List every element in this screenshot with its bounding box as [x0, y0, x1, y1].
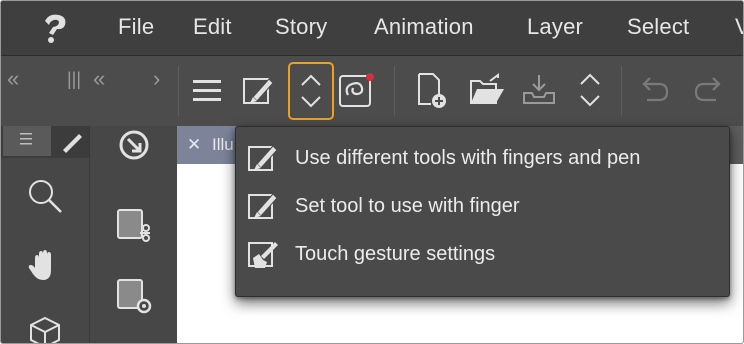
undo-icon[interactable]	[634, 70, 674, 110]
panel-grip-icon[interactable]: |||	[67, 69, 81, 90]
dropdown-item-fingers-and-pen[interactable]: Use different tools with fingers and pen	[236, 135, 731, 181]
menu-select[interactable]: Select	[627, 14, 689, 40]
open-folder-icon[interactable]	[467, 70, 507, 110]
collapse-left-icon[interactable]: «	[7, 66, 19, 92]
hamburger-menu-icon[interactable]	[187, 70, 227, 110]
menu-file[interactable]: File	[118, 14, 154, 40]
dropdown-item-label: Touch gesture settings	[295, 242, 496, 265]
redo-icon[interactable]	[689, 70, 729, 110]
save-icon[interactable]	[519, 70, 559, 110]
app-logo-icon[interactable]	[37, 11, 73, 47]
tool-panel-tab[interactable]	[3, 126, 51, 156]
menu-layer[interactable]: Layer	[527, 14, 583, 40]
tool-panel-tabbar	[1, 126, 89, 158]
sub-tool-settings-icon[interactable]	[112, 274, 156, 318]
layer-property-icon[interactable]	[112, 204, 156, 248]
touch-gesture-icon	[247, 237, 281, 271]
hand-icon[interactable]	[23, 244, 67, 288]
divider	[178, 66, 179, 116]
menu-edit[interactable]: Edit	[193, 14, 232, 40]
dropdown-item-touch-gesture[interactable]: Touch gesture settings	[236, 231, 731, 277]
finger-tool-icon	[247, 189, 281, 223]
magnifier-icon[interactable]	[23, 174, 67, 218]
up-down-chevron-icon[interactable]	[570, 70, 610, 110]
dropdown-item-label: Set tool to use with finger	[295, 194, 520, 217]
divider	[394, 66, 395, 116]
menu-view-partial[interactable]: V	[735, 14, 743, 40]
touch-settings-dropdown: Use different tools with fingers and pen…	[235, 126, 730, 297]
menu-bar: File Edit Story Animation Layer Select V	[1, 1, 743, 56]
up-down-chevron-icon	[301, 74, 321, 108]
new-file-icon[interactable]	[411, 70, 451, 110]
pen-finger-tool-icon[interactable]	[239, 70, 279, 110]
command-bar: « ||| « ›	[1, 56, 743, 126]
pen-finger-icon	[247, 141, 281, 175]
tool-panel	[1, 126, 89, 343]
list-icon	[20, 133, 32, 145]
menu-animation[interactable]: Animation	[374, 14, 474, 40]
document-tab[interactable]: ✕ Illu	[177, 126, 237, 164]
cube-icon[interactable]	[23, 312, 67, 343]
close-icon[interactable]: ✕	[187, 135, 201, 154]
pen-tab-icon[interactable]	[59, 130, 85, 154]
collapse-left-icon-2[interactable]: «	[93, 66, 105, 92]
touch-settings-dropdown-button[interactable]	[288, 62, 334, 120]
document-tab-title: Illu	[211, 135, 234, 154]
dropdown-item-finger-tool[interactable]: Set tool to use with finger	[236, 183, 731, 229]
app-window: File Edit Story Animation Layer Select V…	[0, 0, 744, 344]
menu-story[interactable]: Story	[275, 14, 327, 40]
rotate-view-icon[interactable]	[112, 126, 156, 164]
sub-tool-panel	[89, 126, 177, 343]
dropdown-item-label: Use different tools with fingers and pen	[295, 146, 641, 169]
divider	[621, 66, 622, 116]
expand-right-icon[interactable]: ›	[153, 66, 160, 92]
companion-link-icon[interactable]	[337, 70, 377, 110]
